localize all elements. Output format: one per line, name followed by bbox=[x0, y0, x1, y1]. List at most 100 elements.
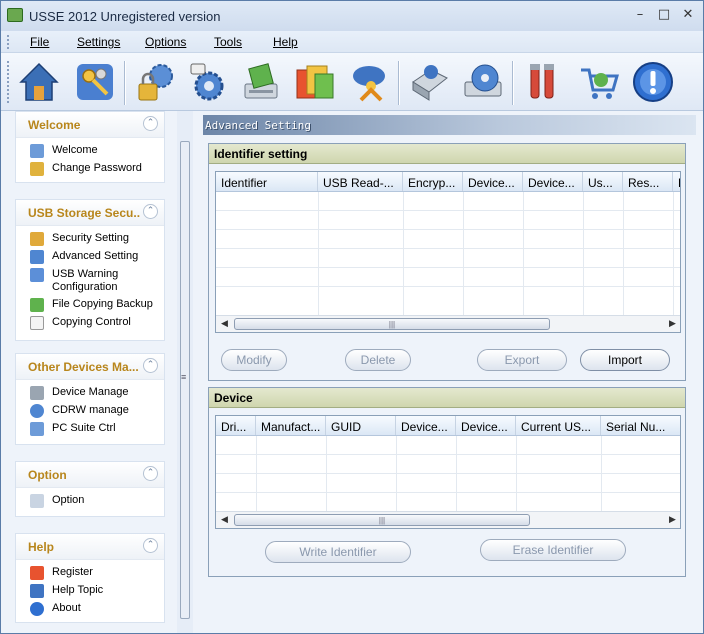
device-manager-icon bbox=[412, 65, 448, 101]
close-icon[interactable]: ✕ bbox=[679, 7, 697, 23]
scroll-right-icon[interactable]: ▶ bbox=[669, 515, 676, 525]
column-header[interactable]: Current US... bbox=[516, 416, 601, 435]
panel-header[interactable]: USB Storage Secu... ⌃ bbox=[16, 200, 164, 226]
minimize-icon[interactable]: – bbox=[631, 7, 649, 23]
column-header[interactable]: Us... bbox=[583, 172, 623, 191]
collapse-icon[interactable]: ⌃ bbox=[143, 358, 158, 373]
device-table[interactable]: Dri... Manufact... GUID Device... Device… bbox=[215, 415, 681, 529]
column-header[interactable]: Device... bbox=[396, 416, 456, 435]
sidebar-item-pc-suite-ctrl[interactable]: PC Suite Ctrl bbox=[30, 422, 164, 436]
column-header[interactable]: Device... bbox=[523, 172, 583, 191]
toolbar-tools-button[interactable] bbox=[518, 57, 568, 107]
identifier-setting-group: Identifier setting Identifier USB Read-.… bbox=[208, 143, 686, 381]
info-icon bbox=[30, 602, 44, 616]
sidebar-item-register[interactable]: Register bbox=[30, 566, 164, 580]
key-icon bbox=[30, 162, 44, 176]
sidebar-item-cdrw-manage[interactable]: CDRW manage bbox=[30, 404, 164, 418]
sidebar-item-welcome[interactable]: Welcome bbox=[30, 144, 164, 158]
toolbar-cdrw-button[interactable] bbox=[458, 57, 508, 107]
menu-options[interactable]: Options bbox=[145, 35, 186, 49]
toolbar-buy-button[interactable] bbox=[574, 57, 624, 107]
lock-icon bbox=[30, 232, 44, 246]
sidebar-splitter[interactable]: ≡ bbox=[177, 111, 193, 633]
sidebar-item-option[interactable]: Option bbox=[30, 494, 164, 508]
sidebar-item-device-manage[interactable]: Device Manage bbox=[30, 386, 164, 400]
collapse-icon[interactable]: ⌃ bbox=[143, 538, 158, 553]
device-group: Device Dri... Manufact... GUID Device...… bbox=[208, 387, 686, 577]
scroll-left-icon[interactable]: ◀ bbox=[221, 319, 228, 329]
delete-button[interactable]: Delete bbox=[345, 349, 411, 371]
sidebar-item-about[interactable]: About bbox=[30, 602, 164, 616]
toolbar-advanced-button[interactable] bbox=[182, 57, 232, 107]
collapse-icon[interactable]: ⌃ bbox=[143, 204, 158, 219]
warning-icon bbox=[30, 268, 44, 282]
import-button[interactable]: Import bbox=[580, 349, 670, 371]
erase-identifier-button[interactable]: Erase Identifier bbox=[480, 539, 626, 561]
sidebar-item-label: USB Warning Configuration bbox=[52, 268, 119, 293]
panel-title: Option bbox=[28, 468, 67, 482]
panel-header[interactable]: Other Devices Ma... ⌃ bbox=[16, 354, 164, 380]
column-header[interactable]: Serial Nu... bbox=[601, 416, 680, 435]
panel-title: Welcome bbox=[28, 118, 81, 132]
column-header[interactable]: Manufact... bbox=[256, 416, 326, 435]
column-header[interactable]: GUID bbox=[326, 416, 396, 435]
export-button[interactable]: Export bbox=[477, 349, 567, 371]
panel-usb-storage: USB Storage Secu... ⌃ Security Setting A… bbox=[15, 199, 165, 341]
collapse-icon[interactable]: ⌃ bbox=[143, 116, 158, 131]
cd-icon bbox=[30, 404, 44, 418]
panel-header[interactable]: Help ⌃ bbox=[16, 534, 164, 560]
column-header[interactable]: Identifier bbox=[216, 172, 318, 191]
menu-settings[interactable]: Settings bbox=[77, 35, 120, 49]
splitter-grip-icon[interactable]: ≡ bbox=[181, 372, 186, 382]
toolbar-security-button[interactable] bbox=[130, 57, 180, 107]
identifier-table[interactable]: Identifier USB Read-... Encryp... Device… bbox=[215, 171, 681, 333]
phone-icon bbox=[30, 422, 44, 436]
sidebar-item-help-topic[interactable]: Help Topic bbox=[30, 584, 164, 598]
shopping-cart-icon bbox=[581, 68, 619, 99]
table-header: Identifier USB Read-... Encryp... Device… bbox=[216, 172, 680, 192]
sidebar-item-usb-warning[interactable]: USB Warning Configuration bbox=[30, 268, 164, 294]
horizontal-scrollbar[interactable]: ◀ ||| ▶ bbox=[216, 511, 680, 528]
column-header[interactable]: Device... bbox=[463, 172, 523, 191]
scroll-right-icon[interactable]: ▶ bbox=[669, 319, 676, 329]
sidebar-item-file-copying-backup[interactable]: File Copying Backup bbox=[30, 298, 164, 312]
toolbar-files-button[interactable] bbox=[290, 57, 340, 107]
column-header[interactable]: Res... bbox=[623, 172, 673, 191]
sidebar-item-label: Advanced Setting bbox=[52, 250, 139, 262]
column-header[interactable]: Device... bbox=[456, 416, 516, 435]
sidebar-item-advanced-setting[interactable]: Advanced Setting bbox=[30, 250, 164, 264]
modify-button[interactable]: Modify bbox=[221, 349, 287, 371]
panel-help: Help ⌃ Register Help Topic About bbox=[15, 533, 165, 623]
collapse-icon[interactable]: ⌃ bbox=[143, 466, 158, 481]
maximize-icon[interactable]: □ bbox=[655, 7, 673, 23]
sidebar-item-security-setting[interactable]: Security Setting bbox=[30, 232, 164, 246]
write-identifier-button[interactable]: Write Identifier bbox=[265, 541, 411, 563]
menu-bar: File Settings Options Tools Help bbox=[1, 31, 703, 53]
toolbar-about-button[interactable] bbox=[628, 57, 678, 107]
panel-header[interactable]: Welcome ⌃ bbox=[16, 112, 164, 138]
scroll-left-icon[interactable]: ◀ bbox=[221, 515, 228, 525]
document-icon bbox=[30, 316, 44, 330]
toolbar-backup-button[interactable] bbox=[236, 57, 286, 107]
toolbar-separator bbox=[124, 61, 126, 105]
usb-gear-icon bbox=[190, 63, 224, 101]
scrollbar-thumb[interactable]: ||| bbox=[234, 318, 550, 330]
menu-help[interactable]: Help bbox=[273, 35, 298, 49]
column-header[interactable]: Encryp... bbox=[403, 172, 463, 191]
horizontal-scrollbar[interactable]: ◀ ||| ▶ bbox=[216, 315, 680, 332]
column-header[interactable]: USB Read-... bbox=[318, 172, 403, 191]
toolbar-keys-button[interactable] bbox=[70, 57, 120, 107]
column-header[interactable]: Dri... bbox=[216, 416, 256, 435]
toolbar-network-button[interactable] bbox=[344, 57, 394, 107]
toolbar-device-button[interactable] bbox=[404, 57, 454, 107]
menu-file[interactable]: File bbox=[30, 35, 49, 49]
info-icon bbox=[633, 62, 673, 102]
menu-tools[interactable]: Tools bbox=[214, 35, 242, 49]
sidebar-item-change-password[interactable]: Change Password bbox=[30, 162, 164, 176]
column-header[interactable]: F bbox=[673, 172, 680, 191]
sidebar-item-copying-control[interactable]: Copying Control bbox=[30, 316, 164, 330]
toolbar-home-button[interactable] bbox=[14, 57, 64, 107]
device-icon bbox=[30, 386, 44, 400]
panel-header[interactable]: Option ⌃ bbox=[16, 462, 164, 488]
scrollbar-thumb[interactable]: ||| bbox=[234, 514, 530, 526]
